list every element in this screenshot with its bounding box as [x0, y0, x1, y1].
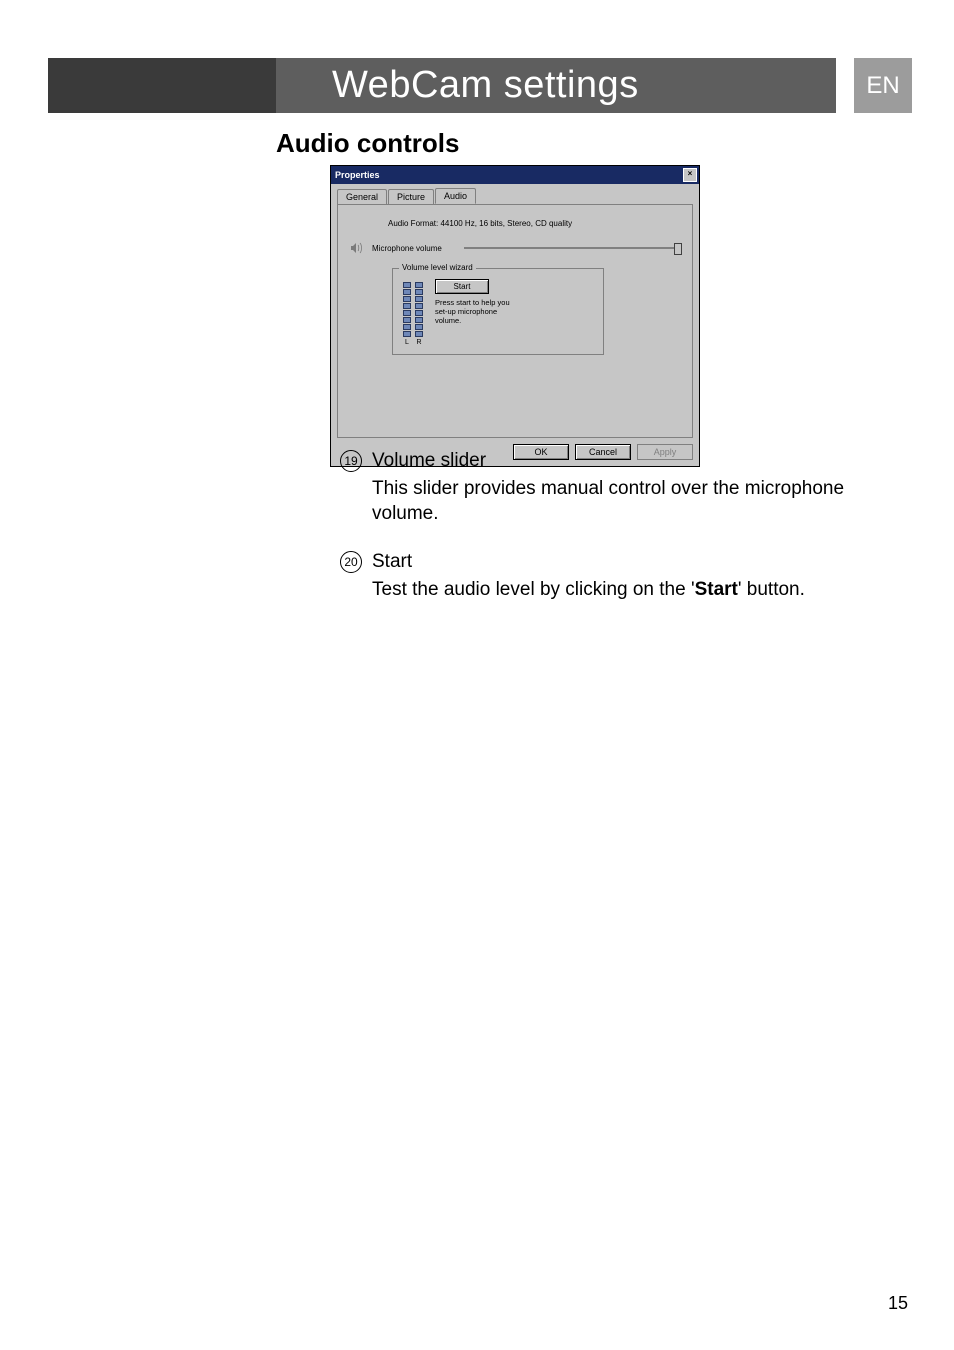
speaker-icon	[350, 242, 364, 254]
entry-19: 19 Volume slider This slider provides ma…	[340, 448, 870, 527]
volume-level-wizard-group: Volume level wizard L	[392, 268, 604, 355]
entry-19-title: Volume slider	[372, 448, 870, 474]
properties-window: Properties × General Picture Audio Audio…	[330, 165, 700, 467]
tab-strip: General Picture Audio	[331, 184, 699, 204]
level-meter-right	[415, 279, 423, 337]
entry-20: 20 Start Test the audio level by clickin…	[340, 549, 870, 602]
tab-page-audio: Audio Format: 44100 Hz, 16 bits, Stereo,…	[337, 204, 693, 438]
microphone-volume-label: Microphone volume	[372, 244, 456, 253]
language-badge: EN	[854, 58, 912, 113]
tab-picture[interactable]: Picture	[388, 189, 434, 205]
body-text: 19 Volume slider This slider provides ma…	[340, 448, 870, 624]
chapter-tab	[48, 58, 276, 113]
close-icon[interactable]: ×	[683, 168, 697, 182]
tab-general[interactable]: General	[337, 189, 387, 205]
entry-19-number: 19	[340, 450, 362, 472]
section-title: WebCam settings	[276, 58, 836, 113]
tab-audio[interactable]: Audio	[435, 188, 476, 204]
page-number: 15	[888, 1293, 908, 1314]
subheading: Audio controls	[276, 128, 459, 159]
wizard-help-text: Press start to help you set-up microphon…	[435, 298, 515, 325]
microphone-volume-slider[interactable]	[464, 247, 680, 249]
microphone-volume-row: Microphone volume	[350, 242, 680, 254]
meter-left-label: L	[405, 339, 409, 346]
page-header: WebCam settings EN	[48, 58, 912, 113]
entry-20-desc: Test the audio level by clicking on the …	[372, 577, 870, 603]
level-meters: L R	[403, 279, 423, 346]
slider-thumb[interactable]	[674, 243, 682, 255]
wizard-legend: Volume level wizard	[399, 263, 476, 272]
window-titlebar: Properties ×	[331, 166, 699, 184]
window-title: Properties	[335, 170, 380, 180]
entry-20-number: 20	[340, 551, 362, 573]
properties-dialog-screenshot: Properties × General Picture Audio Audio…	[330, 165, 700, 467]
start-button[interactable]: Start	[435, 279, 489, 294]
entry-19-desc: This slider provides manual control over…	[372, 476, 870, 527]
meter-right-label: R	[416, 339, 421, 346]
level-meter-left	[403, 279, 411, 337]
entry-20-title: Start	[372, 549, 870, 575]
audio-format-label: Audio Format: 44100 Hz, 16 bits, Stereo,…	[388, 219, 680, 228]
